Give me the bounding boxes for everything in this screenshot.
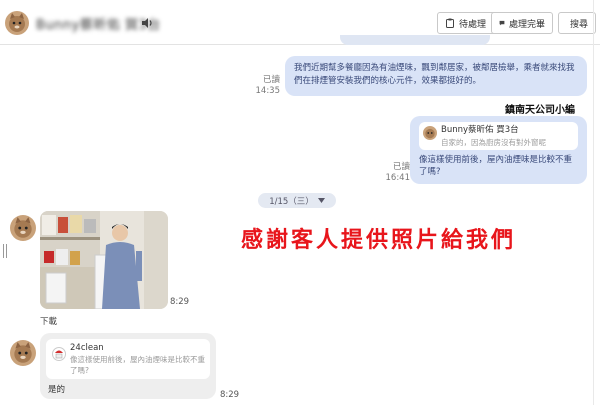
message-text: 像這樣使用前後，屋內油煙味是比較不重了嗎? xyxy=(419,155,573,177)
pending-label: 待處理 xyxy=(459,19,487,30)
read-status: 已讀 xyxy=(392,162,410,172)
quoted-message[interactable]: Bunny蔡昕佑 買3台 自家的，因為廚房沒有對外窗呢 xyxy=(419,122,578,150)
speaker-icon[interactable] xyxy=(140,15,154,29)
contact-avatar[interactable] xyxy=(5,11,29,35)
clipboard-icon xyxy=(446,18,454,28)
message-meta: 已讀 16:41 xyxy=(380,162,411,184)
previous-message-fragment xyxy=(340,35,490,45)
quoted-message[interactable]: 24clean 像這樣使用前後，屋內油煙味是比較不重了嗎? xyxy=(46,339,210,379)
chat-check-icon xyxy=(499,20,505,26)
message-time: 8:29 xyxy=(220,390,240,400)
message-meta: 已讀 14:35 xyxy=(250,75,281,97)
download-link[interactable]: 下載 xyxy=(40,315,57,327)
customer-avatar[interactable] xyxy=(10,340,36,366)
quoted-text: 像這樣使用前後，屋內油煙味是比較不重了嗎? xyxy=(70,355,205,375)
pending-button[interactable]: 待處理 xyxy=(437,12,497,34)
chevron-down-icon xyxy=(317,198,325,203)
chat-window: Bunny蔡昕佑 賀3台 待處理 處理完畢 搜尋 我們近期幫多餐廳因為有油煙味，… xyxy=(0,0,600,405)
resize-handle[interactable] xyxy=(3,244,7,258)
date-label: 1/15（三） xyxy=(269,196,314,207)
shared-photo[interactable] xyxy=(40,211,168,309)
read-status: 已讀 xyxy=(262,75,280,85)
outgoing-message[interactable]: 我們近期幫多餐廳因為有油煙味，飄到鄰居家，被鄰居檢舉，乘者就來找我們在排煙管安裝… xyxy=(285,56,587,96)
quoted-text: 自家的，因為廚房沒有對外窗呢 xyxy=(441,138,546,147)
message-text: 我們近期幫多餐廳因為有油煙味，飄到鄰居家，被鄰居檢舉，乘者就來找我們在排煙管安裝… xyxy=(294,63,575,86)
search-button[interactable]: 搜尋 xyxy=(558,12,596,34)
incoming-reply-message[interactable]: 24clean 像這樣使用前後，屋內油煙味是比較不重了嗎? 是的 xyxy=(40,333,216,399)
outgoing-reply-message[interactable]: Bunny蔡昕佑 買3台 自家的，因為廚房沒有對外窗呢 像這樣使用前後，屋內油煙… xyxy=(410,116,587,184)
sender-label: 鎮南天公司小編 xyxy=(505,105,575,116)
customer-avatar[interactable] xyxy=(10,215,36,241)
brand-logo-icon xyxy=(52,347,66,361)
message-time: 14:35 xyxy=(255,86,281,96)
chat-header: Bunny蔡昕佑 賀3台 待處理 處理完畢 搜尋 xyxy=(0,0,600,45)
message-time: 8:29 xyxy=(170,297,190,307)
date-separator[interactable]: 1/15（三） xyxy=(258,193,336,208)
right-divider xyxy=(593,0,594,405)
search-label: 搜尋 xyxy=(570,19,589,30)
done-button[interactable]: 處理完畢 xyxy=(491,12,553,34)
done-label: 處理完畢 xyxy=(508,19,545,30)
message-text: 是的 xyxy=(48,385,66,395)
message-time: 16:41 xyxy=(385,173,411,183)
quoted-avatar xyxy=(423,126,437,140)
thank-you-caption: 感謝客人提供照片給我們 xyxy=(241,228,517,253)
quoted-name: 24clean xyxy=(70,343,104,353)
